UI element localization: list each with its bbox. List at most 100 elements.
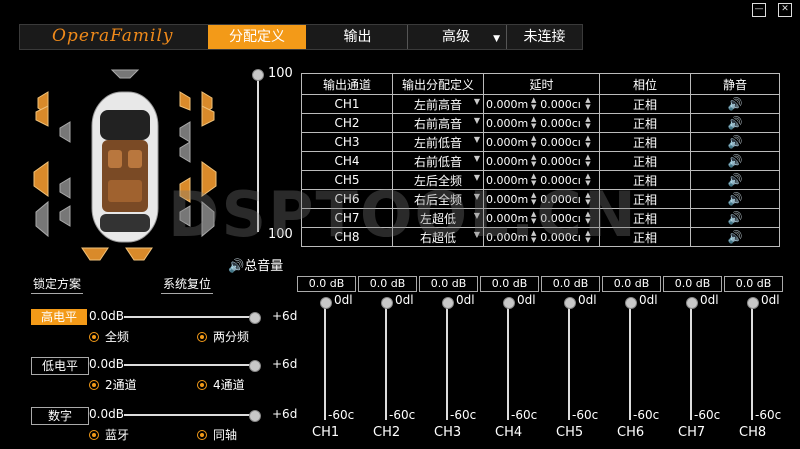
- speaker-volume-icon[interactable]: 🔊: [728, 97, 743, 111]
- delay-cm-input[interactable]: 0.000cı: [540, 117, 585, 130]
- delay-meter-spinner[interactable]: ▲ ▼: [531, 230, 536, 244]
- delay-meter-spinner[interactable]: ▲ ▼: [531, 211, 536, 225]
- delay-meter-spinner[interactable]: ▲ ▼: [531, 135, 536, 149]
- input-option-2[interactable]: 同轴: [197, 426, 237, 443]
- mute-cell[interactable]: 🔊: [690, 189, 780, 209]
- delay-meter-input[interactable]: 0.000m: [486, 98, 531, 111]
- delay-cm-spinner[interactable]: ▲ ▼: [585, 211, 590, 225]
- tab-advanced[interactable]: 高级 ▼: [408, 25, 504, 49]
- delay-meter-input[interactable]: 0.000m: [486, 231, 531, 244]
- mute-cell[interactable]: 🔊: [690, 151, 780, 171]
- delay-cm-input[interactable]: 0.000cı: [540, 212, 585, 225]
- delay-meter-spinner[interactable]: ▲ ▼: [531, 192, 536, 206]
- channel-fader-knob[interactable]: [564, 297, 576, 309]
- mute-cell[interactable]: 🔊: [690, 170, 780, 190]
- channel-db-field[interactable]: 0.0 dB: [297, 276, 356, 292]
- delay-meter-input[interactable]: 0.000m: [486, 155, 531, 168]
- speaker-volume-icon[interactable]: 🔊: [728, 154, 743, 168]
- delay-meter-input[interactable]: 0.000m: [486, 193, 531, 206]
- delay-cm-spinner[interactable]: ▲ ▼: [585, 192, 590, 206]
- mute-cell[interactable]: 🔊: [690, 113, 780, 133]
- channel-fader-track[interactable]: [690, 302, 692, 420]
- master-volume-knob[interactable]: [252, 69, 264, 81]
- phase-cell[interactable]: 正相: [599, 189, 691, 209]
- delay-meter-spinner[interactable]: ▲ ▼: [531, 97, 536, 111]
- delay-cm-spinner[interactable]: ▲ ▼: [585, 173, 590, 187]
- delay-meter-input[interactable]: 0.000m: [486, 212, 531, 225]
- channel-fader-track[interactable]: [507, 302, 509, 420]
- minimize-icon[interactable]: —: [752, 3, 766, 17]
- channel-db-field[interactable]: 0.0 dB: [602, 276, 661, 292]
- lock-scheme-button[interactable]: 锁定方案: [31, 276, 84, 294]
- channel-db-field[interactable]: 0.0 dB: [358, 276, 417, 292]
- channel-db-field[interactable]: 0.0 dB: [541, 276, 600, 292]
- phase-cell[interactable]: 正相: [599, 132, 691, 152]
- mute-cell[interactable]: 🔊: [690, 208, 780, 228]
- delay-meter-input[interactable]: 0.000m: [486, 117, 531, 130]
- channel-fader-knob[interactable]: [625, 297, 637, 309]
- assign-dropdown[interactable]: 左前高音 ▼: [392, 94, 484, 114]
- input-option-1[interactable]: 全频: [89, 328, 129, 345]
- channel-db-field[interactable]: 0.0 dB: [724, 276, 783, 292]
- input-gain-track[interactable]: [124, 316, 254, 318]
- channel-fader-track[interactable]: [629, 302, 631, 420]
- delay-cm-spinner[interactable]: ▲ ▼: [585, 97, 590, 111]
- speaker-volume-icon[interactable]: 🔊: [728, 135, 743, 149]
- system-reset-button[interactable]: 系统复位: [161, 276, 214, 294]
- input-gain-knob[interactable]: [249, 410, 261, 422]
- channel-db-field[interactable]: 0.0 dB: [663, 276, 722, 292]
- speaker-volume-icon[interactable]: 🔊: [728, 230, 743, 244]
- input-option-2[interactable]: 两分频: [197, 328, 249, 345]
- input-gain-track[interactable]: [124, 364, 254, 366]
- input-gain-knob[interactable]: [249, 312, 261, 324]
- input-option-1[interactable]: 蓝牙: [89, 426, 129, 443]
- speaker-volume-icon[interactable]: 🔊: [728, 173, 743, 187]
- assign-dropdown[interactable]: 右前低音 ▼: [392, 151, 484, 171]
- phase-cell[interactable]: 正相: [599, 170, 691, 190]
- assign-dropdown[interactable]: 左前低音 ▼: [392, 132, 484, 152]
- input-tag[interactable]: 低电平: [31, 357, 89, 375]
- channel-fader-track[interactable]: [751, 302, 753, 420]
- delay-cm-spinner[interactable]: ▲ ▼: [585, 154, 590, 168]
- delay-cm-input[interactable]: 0.000cı: [540, 136, 585, 149]
- phase-cell[interactable]: 正相: [599, 151, 691, 171]
- channel-fader-track[interactable]: [568, 302, 570, 420]
- mute-cell[interactable]: 🔊: [690, 132, 780, 152]
- input-tag[interactable]: 高电平: [31, 309, 87, 325]
- mute-cell[interactable]: 🔊: [690, 227, 780, 247]
- delay-cm-spinner[interactable]: ▲ ▼: [585, 230, 590, 244]
- tab-assign[interactable]: 分配定义: [208, 25, 306, 49]
- assign-dropdown[interactable]: 右后全频 ▼: [392, 189, 484, 209]
- delay-cm-input[interactable]: 0.000cı: [540, 155, 585, 168]
- mute-cell[interactable]: 🔊: [690, 94, 780, 114]
- channel-fader-knob[interactable]: [442, 297, 454, 309]
- input-option-2[interactable]: 4通道: [197, 376, 245, 393]
- channel-fader-track[interactable]: [385, 302, 387, 420]
- channel-fader-knob[interactable]: [503, 297, 515, 309]
- delay-cm-input[interactable]: 0.000cı: [540, 231, 585, 244]
- speaker-volume-icon[interactable]: 🔊: [728, 116, 743, 130]
- channel-db-field[interactable]: 0.0 dB: [480, 276, 539, 292]
- delay-cm-input[interactable]: 0.000cı: [540, 174, 585, 187]
- master-volume-track[interactable]: [257, 74, 259, 232]
- delay-cm-spinner[interactable]: ▲ ▼: [585, 135, 590, 149]
- delay-meter-input[interactable]: 0.000m: [486, 174, 531, 187]
- assign-dropdown[interactable]: 右前高音 ▼: [392, 113, 484, 133]
- delay-cm-spinner[interactable]: ▲ ▼: [585, 116, 590, 130]
- delay-meter-input[interactable]: 0.000m: [486, 136, 531, 149]
- assign-dropdown[interactable]: 右超低 ▼: [392, 227, 484, 247]
- delay-meter-spinner[interactable]: ▲ ▼: [531, 173, 536, 187]
- delay-meter-spinner[interactable]: ▲ ▼: [531, 154, 536, 168]
- channel-fader-knob[interactable]: [320, 297, 332, 309]
- input-option-1[interactable]: 2通道: [89, 376, 137, 393]
- input-gain-knob[interactable]: [249, 360, 261, 372]
- phase-cell[interactable]: 正相: [599, 94, 691, 114]
- channel-fader-knob[interactable]: [381, 297, 393, 309]
- input-tag[interactable]: 数字: [31, 407, 89, 425]
- tab-output[interactable]: 输出: [309, 25, 406, 49]
- close-icon[interactable]: ✕: [778, 3, 792, 17]
- channel-db-field[interactable]: 0.0 dB: [419, 276, 478, 292]
- connection-status[interactable]: 未连接: [507, 25, 582, 49]
- channel-fader-track[interactable]: [446, 302, 448, 420]
- phase-cell[interactable]: 正相: [599, 227, 691, 247]
